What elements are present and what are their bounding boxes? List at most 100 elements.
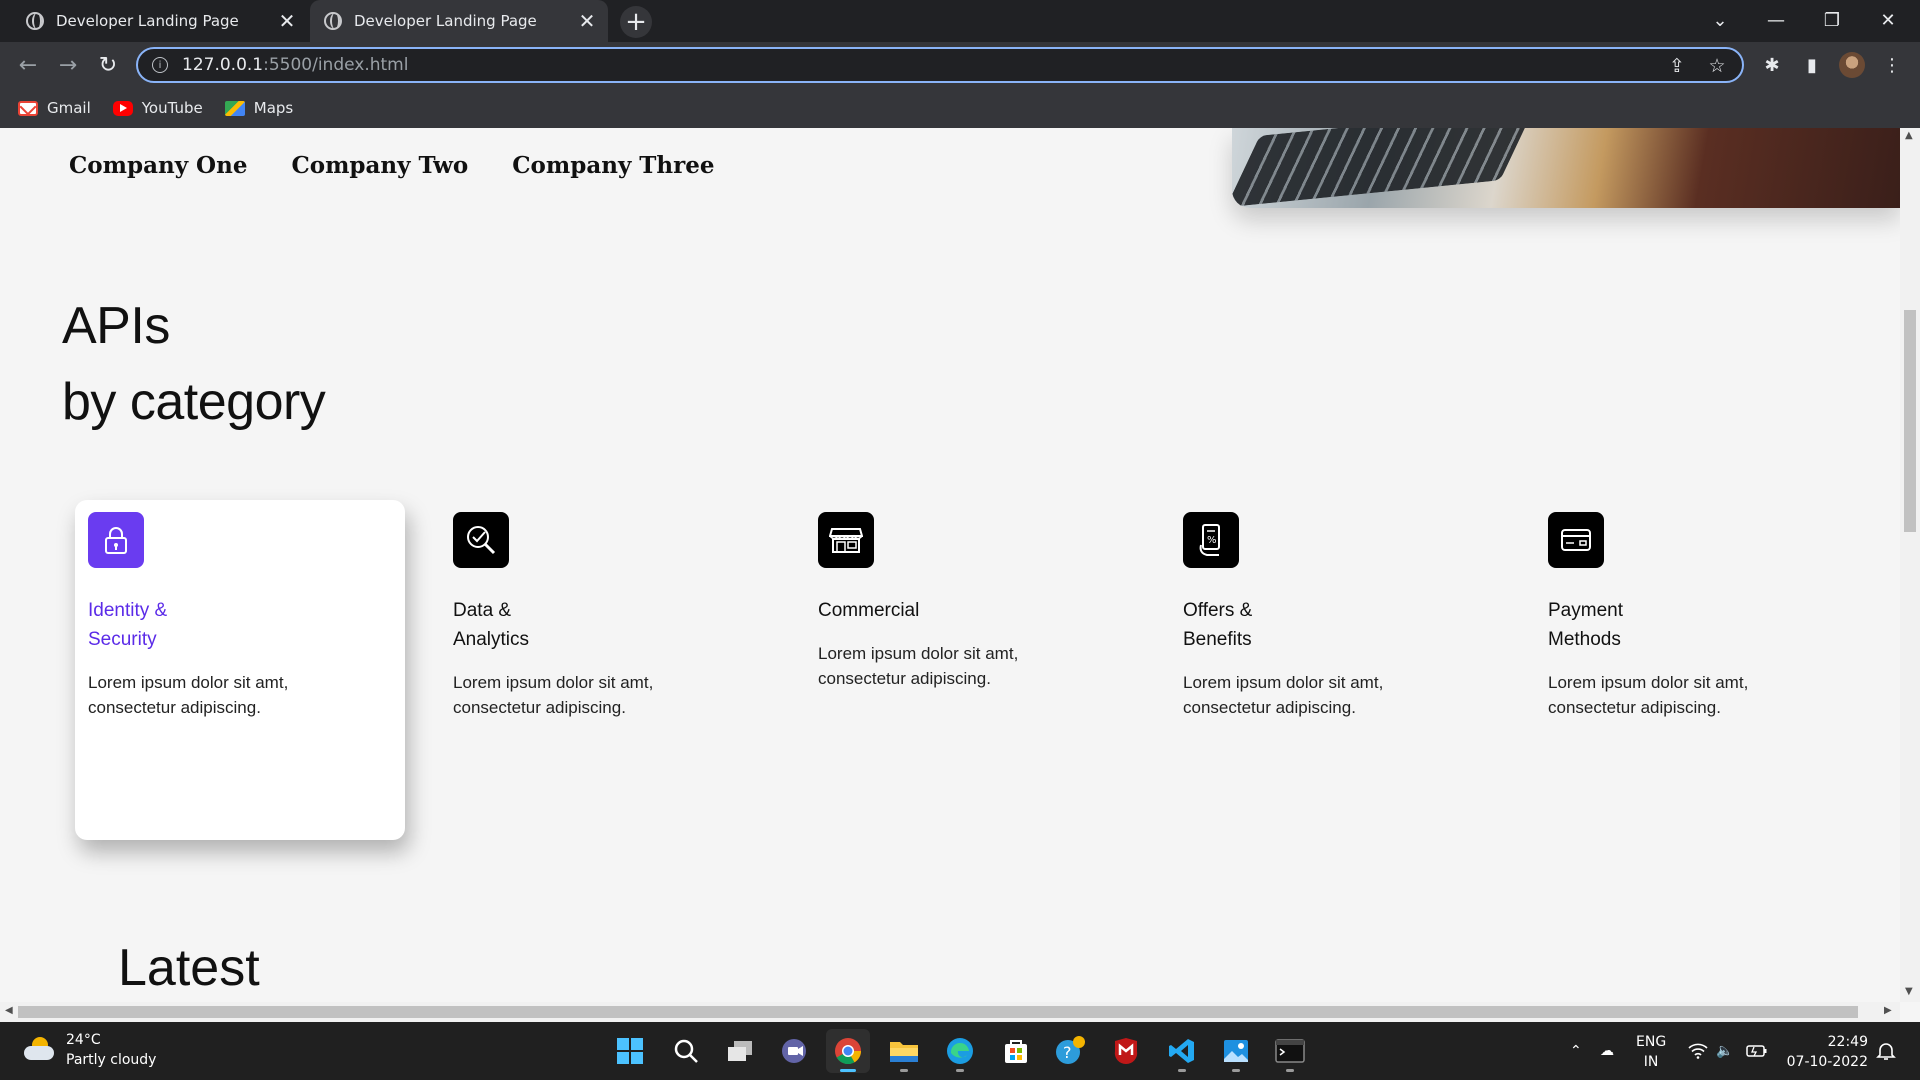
teams-chat-icon[interactable] [772, 1029, 816, 1073]
svg-text:%: % [1207, 535, 1217, 546]
company-name: Company Three [512, 152, 715, 179]
side-panel-icon[interactable]: ▮ [1796, 49, 1828, 81]
card-title: Commercial [818, 596, 1038, 625]
bookmark-maps[interactable]: Maps [224, 99, 293, 117]
start-button[interactable] [608, 1029, 652, 1073]
language-code: ENG [1636, 1034, 1667, 1050]
close-tab-icon[interactable]: ✕ [572, 6, 602, 36]
scroll-down-arrow-icon[interactable]: ▼ [1905, 986, 1913, 997]
category-card-identity-security[interactable]: Identity & Security Lorem ipsum dolor si… [75, 500, 405, 840]
share-icon[interactable]: ⇪ [1664, 53, 1690, 79]
minimize-button[interactable]: — [1748, 0, 1804, 40]
card-description: Lorem ipsum dolor sit amt, consectetur a… [1183, 673, 1384, 717]
restore-button[interactable]: ❐ [1804, 0, 1860, 40]
battery-icon[interactable] [1746, 1022, 1768, 1080]
wifi-icon[interactable] [1688, 1022, 1708, 1080]
svg-text:?: ? [1063, 1043, 1072, 1062]
company-name: Company Two [291, 152, 469, 179]
browser-toolbar: ← → ↻ i 127.0.0.1:5500/index.html ⇪ ☆ ✱ … [0, 42, 1920, 88]
new-tab-button[interactable]: + [620, 6, 652, 38]
card-title-line: Analytics [453, 629, 530, 650]
coupon-icon: % [1183, 512, 1239, 568]
category-card-offers-benefits[interactable]: % Offers & Benefits Lorem ipsum dolor si… [1170, 500, 1500, 840]
bookmark-star-icon[interactable]: ☆ [1704, 53, 1730, 79]
profile-avatar[interactable] [1836, 49, 1868, 81]
storefront-icon [818, 512, 874, 568]
vscode-icon[interactable] [1160, 1029, 1204, 1073]
tab-developer-landing-page-2[interactable]: Developer Landing Page ✕ [310, 0, 608, 42]
bookmark-label: Gmail [47, 99, 91, 117]
category-card-payment-methods[interactable]: Payment Methods Lorem ipsum dolor sit am… [1535, 500, 1865, 840]
card-title: Identity & Security [88, 596, 308, 654]
tab-title: Developer Landing Page [56, 12, 239, 30]
card-title-line: Security [88, 629, 157, 650]
file-explorer-icon[interactable] [882, 1029, 926, 1073]
more-menu-icon[interactable]: ⋮ [1876, 49, 1908, 81]
company-name: Company One [69, 152, 248, 179]
category-card-commercial[interactable]: Commercial Lorem ipsum dolor sit amt, co… [805, 500, 1135, 840]
tab-developer-landing-page-1[interactable]: Developer Landing Page ✕ [12, 0, 308, 42]
globe-icon [324, 12, 342, 30]
close-window-button[interactable]: ✕ [1860, 0, 1916, 40]
card-title-line: Methods [1548, 629, 1621, 650]
site-info-icon[interactable]: i [152, 57, 168, 73]
system-clock[interactable]: 22:49 07-10-2022 [1787, 1032, 1868, 1072]
vertical-scrollbar[interactable]: ▲ ▼ [1900, 128, 1920, 1002]
hero-laptop-image [1232, 128, 1900, 208]
bookmark-gmail[interactable]: Gmail [18, 99, 91, 117]
card-description: Lorem ipsum dolor sit amt, consectetur a… [453, 673, 654, 717]
card-title-line: Data & [453, 600, 512, 621]
language-indicator[interactable]: ENG IN [1636, 1032, 1666, 1072]
title-line: by category [62, 373, 326, 431]
get-help-icon[interactable]: ? [1048, 1029, 1092, 1073]
reload-icon[interactable]: ↻ [92, 49, 124, 81]
card-title: Payment Methods [1548, 596, 1768, 654]
title-line: APIs [62, 297, 170, 355]
bookmark-youtube[interactable]: YouTube [112, 99, 203, 117]
show-hidden-icons-chevron[interactable]: ⌃ [1570, 1022, 1582, 1080]
windows-taskbar: 24°C Partly cloudy ? ⌃ ☁ ENG IN 🔈 22:49 … [0, 1022, 1920, 1080]
section-title-latest: Latest [118, 939, 260, 997]
clock-time: 22:49 [1827, 1034, 1868, 1050]
horizontal-scrollbar[interactable]: ◀ ▶ [0, 1002, 1900, 1022]
terminal-icon[interactable] [1268, 1029, 1312, 1073]
card-title-line: Benefits [1183, 629, 1252, 650]
scrollbar-thumb[interactable] [1904, 310, 1916, 532]
forward-arrow-icon[interactable]: → [52, 49, 84, 81]
weather-temp: 24°C [66, 1032, 101, 1048]
microsoft-store-icon[interactable] [994, 1029, 1038, 1073]
tab-strip: Developer Landing Page ✕ Developer Landi… [0, 0, 1920, 42]
category-card-data-analytics[interactable]: Data & Analytics Lorem ipsum dolor sit a… [440, 500, 770, 840]
card-title-line: Payment [1548, 600, 1623, 621]
gmail-icon [18, 100, 38, 116]
chrome-app-icon[interactable] [826, 1029, 870, 1073]
mcafee-icon[interactable] [1104, 1029, 1148, 1073]
youtube-icon [112, 100, 133, 116]
clock-date: 07-10-2022 [1786, 1054, 1868, 1070]
scroll-left-arrow-icon[interactable]: ◀ [5, 1005, 13, 1016]
photos-icon[interactable] [1214, 1029, 1258, 1073]
task-view-icon[interactable] [718, 1029, 762, 1073]
edge-icon[interactable] [938, 1029, 982, 1073]
scrollbar-thumb[interactable] [18, 1006, 1858, 1018]
card-title-line: Offers & [1183, 600, 1253, 621]
url-path: :5500/index.html [263, 55, 409, 75]
volume-icon[interactable]: 🔈 [1716, 1022, 1733, 1080]
back-arrow-icon[interactable]: ← [12, 49, 44, 81]
search-icon[interactable] [664, 1029, 708, 1073]
close-tab-icon[interactable]: ✕ [272, 6, 302, 36]
bookmark-label: YouTube [141, 99, 203, 117]
card-description: Lorem ipsum dolor sit amt, consectetur a… [88, 673, 289, 717]
extensions-puzzle-icon[interactable]: ✱ [1756, 49, 1788, 81]
scroll-right-arrow-icon[interactable]: ▶ [1884, 1005, 1892, 1016]
onedrive-cloud-icon[interactable]: ☁ [1600, 1022, 1614, 1080]
notification-bell-icon[interactable] [1876, 1022, 1896, 1080]
card-description: Lorem ipsum dolor sit amt, consectetur a… [818, 644, 1019, 688]
company-logos-row: Company One Company Two Company Three [69, 152, 715, 179]
tab-title: Developer Landing Page [354, 12, 537, 30]
address-bar[interactable]: i 127.0.0.1:5500/index.html ⇪ ☆ [136, 47, 1744, 83]
scroll-up-arrow-icon[interactable]: ▲ [1905, 130, 1913, 141]
weather-widget[interactable]: 24°C Partly cloudy [24, 1030, 156, 1070]
tab-search-chevron-icon[interactable]: ⌄ [1692, 0, 1748, 40]
globe-icon [26, 12, 44, 30]
